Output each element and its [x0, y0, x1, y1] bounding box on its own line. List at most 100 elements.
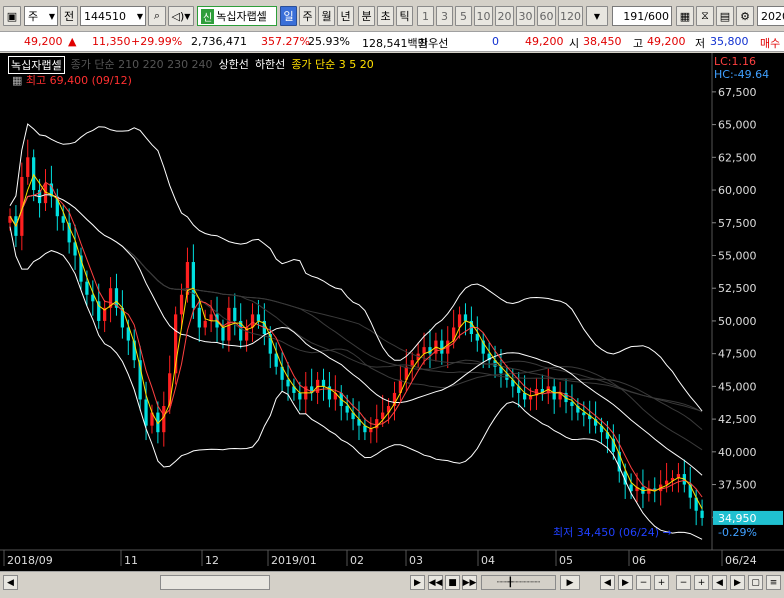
interval-dropdown[interactable]: ▼	[586, 6, 608, 26]
count-input[interactable]: 191 /600	[612, 6, 672, 26]
scroll-right-button[interactable]: ▶	[410, 575, 425, 590]
fit-button[interactable]: ▢	[748, 575, 763, 590]
market-value: 주	[28, 10, 39, 23]
zoom-out-button[interactable]: −	[636, 575, 651, 590]
x-tick-label: 2019/01	[271, 554, 317, 567]
y-tick-label: 62,500	[718, 151, 757, 164]
search-icon[interactable]: ⌕	[148, 6, 166, 26]
step-forward-button[interactable]: ▶	[618, 575, 633, 590]
rewind-button[interactable]: ◀◀	[428, 575, 443, 590]
candle-body	[26, 157, 30, 177]
interval-30[interactable]: 30	[516, 6, 535, 26]
period-day-tab[interactable]: 일	[280, 6, 297, 26]
forward-button[interactable]: ▶▶	[462, 575, 477, 590]
plus-button[interactable]: +	[694, 575, 709, 590]
date-input[interactable]: 2020	[757, 6, 784, 26]
period-year-tab[interactable]: 년	[337, 6, 354, 26]
turnover-rate: 25.93%	[308, 35, 350, 48]
code-value: 144510	[84, 9, 126, 23]
buy-label: 매수	[760, 37, 781, 50]
period-minute-tab[interactable]: 분	[358, 6, 375, 26]
scroll-end-button[interactable]: ▶	[560, 575, 580, 590]
interval-120[interactable]: 120	[558, 6, 583, 26]
upper-band-line	[9, 123, 703, 412]
candle-body	[463, 314, 468, 321]
period-month-tab[interactable]: 월	[318, 6, 335, 26]
candle-body	[570, 402, 574, 407]
speaker-icon[interactable]: ◁) ▼	[168, 6, 194, 26]
max-label: 최고 69,400 (09/12)	[25, 74, 132, 87]
count-total: /600	[644, 9, 669, 23]
y-tick-label: 47,500	[718, 348, 757, 361]
x-tick-label: 04	[481, 554, 495, 567]
chart-scrollbar[interactable]: ◀ ▶ ◀◀ ■ ▶▶ ┈┈╂┈┈┈┈┈ ▶ ◀ ▶ − + − + ◀ ▶ ▢…	[0, 571, 784, 592]
y-tick-label: 52,500	[718, 282, 757, 295]
candle-body	[32, 157, 36, 191]
interval-10[interactable]: 10	[474, 6, 493, 26]
current-price-label: 34,950	[718, 512, 757, 525]
calendar-icon: ▦	[12, 74, 26, 87]
settings-button[interactable]: ≡	[766, 575, 781, 590]
low-price: 35,800	[710, 35, 749, 48]
y-tick-label: 50,000	[718, 315, 757, 328]
grid-icon[interactable]: ▦	[676, 6, 694, 26]
zoom-in-button[interactable]: +	[654, 575, 669, 590]
x-tick-label: 02	[350, 554, 364, 567]
candle-body	[209, 314, 213, 321]
period-tick-tab[interactable]: 틱	[396, 6, 413, 26]
stock-name-field[interactable]: 신 녹십자랩셀	[197, 6, 277, 26]
period-second-tab[interactable]: 초	[377, 6, 394, 26]
last-price: 49,200	[525, 35, 564, 48]
price-chart[interactable]: 67,500 65,000 62,500 60,000 57,500 55,000 52,5…	[0, 53, 784, 571]
y-tick-label: 55,000	[718, 249, 757, 262]
scroll-thumb[interactable]	[160, 575, 270, 590]
interval-5[interactable]: 5	[455, 6, 472, 26]
compare-icon[interactable]: ⧖	[696, 6, 714, 26]
candle-body	[61, 216, 65, 223]
priority-label: 최우선	[418, 37, 449, 50]
interval-60[interactable]: 60	[537, 6, 556, 26]
interval-1[interactable]: 1	[417, 6, 434, 26]
interval-3[interactable]: 3	[436, 6, 453, 26]
gear-icon[interactable]: ⚙	[736, 6, 754, 26]
step-back-button[interactable]: ◀	[600, 575, 615, 590]
chart-canvas[interactable]: 67,500 65,000 62,500 60,000 57,500 55,000 52,5…	[0, 53, 784, 571]
toolbar: ▣ 주 ▼ 전 144510 ▼ ⌕ ◁) ▼ 신 녹십자랩셀 일 주 월 년 분…	[0, 0, 784, 32]
candle-body	[700, 510, 704, 518]
period-type-button[interactable]: 전	[60, 6, 78, 26]
price-change: 11,350	[92, 35, 131, 48]
move-left-button[interactable]: ◀	[712, 575, 727, 590]
stop-button[interactable]: ■	[445, 575, 460, 590]
code-input[interactable]: 144510 ▼	[80, 6, 146, 26]
lc-label: LC:1.16	[714, 55, 756, 68]
candle-body	[191, 262, 195, 308]
legend-lower-band[interactable]: 하한선	[255, 56, 285, 74]
speed-slider[interactable]: ┈┈╂┈┈┈┈┈	[481, 575, 556, 590]
date-value: 2020	[761, 9, 784, 23]
hc-label: HC:-49.64	[714, 68, 769, 81]
change-percent: +29.99%	[131, 35, 183, 48]
x-tick-label: 11	[124, 554, 138, 567]
volume-ratio: 357.27%	[261, 35, 310, 48]
current-price: 49,200	[24, 35, 63, 48]
chart-menu-icon[interactable]: ▣	[3, 6, 21, 26]
chart-type-icon[interactable]: ▤	[716, 6, 734, 26]
candle-body	[179, 294, 184, 315]
slider-handle-icon[interactable]: ┈┈╂┈┈┈┈┈	[497, 578, 540, 588]
candle-body	[43, 183, 48, 204]
scroll-left-button[interactable]: ◀	[3, 575, 18, 590]
y-tick-label: 60,000	[718, 184, 757, 197]
interval-20[interactable]: 20	[495, 6, 514, 26]
minus-button[interactable]: −	[676, 575, 691, 590]
market-select[interactable]: 주 ▼	[24, 6, 58, 26]
price-info-bar: 49,200 ▲ 11,350 +29.99% 2,736,471 357.27…	[0, 32, 784, 52]
y-tick-label: 37,500	[718, 479, 757, 492]
count-value: 191	[623, 9, 645, 23]
x-tick-label: 06/24	[725, 554, 757, 567]
x-tick-label: 06	[632, 554, 646, 567]
priority-value: 0	[492, 35, 499, 48]
move-right-button[interactable]: ▶	[730, 575, 745, 590]
period-week-tab[interactable]: 주	[299, 6, 316, 26]
legend-ma-short[interactable]: 종가 단순 3 5 20	[291, 56, 373, 74]
legend-upper-band[interactable]: 상한선	[219, 56, 249, 74]
